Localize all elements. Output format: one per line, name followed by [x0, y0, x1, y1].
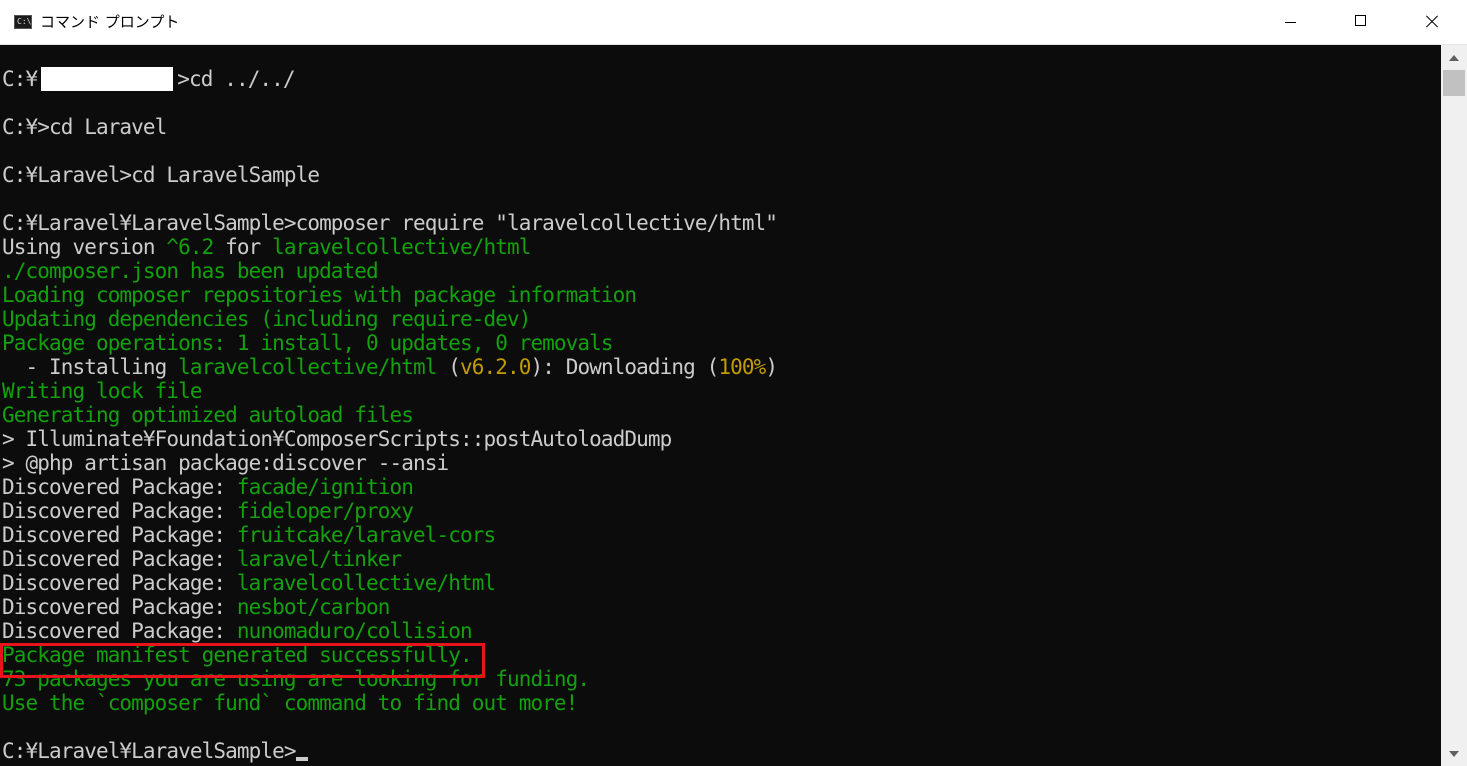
console-line: Discovered Package: fruitcake/laravel-co… — [2, 523, 777, 547]
success-highlight-box — [0, 643, 485, 678]
scroll-up-arrow-icon[interactable] — [1441, 45, 1467, 69]
console-line: C:¥Laravel>cd LaravelSample — [2, 163, 777, 187]
console-text: fruitcake/laravel-cors — [236, 523, 496, 547]
console-line: - Installing laravelcollective/html (v6.… — [2, 355, 778, 379]
scroll-down-arrow-icon[interactable] — [1441, 742, 1467, 766]
console-line: Package operations: 1 install, 0 updates… — [2, 331, 777, 355]
console-line: Discovered Package: fideloper/proxy — [2, 499, 777, 523]
console-line: C:¥ >cd ../../ — [2, 67, 777, 91]
redacted-path — [41, 67, 174, 91]
console-line: Loading composer repositories with packa… — [2, 283, 777, 307]
command-prompt-icon[interactable]: C:\ — [14, 15, 32, 29]
console-text: Discovered Package: — [2, 595, 237, 619]
console-text: nesbot/carbon — [236, 595, 391, 619]
console-text: laravelcollective/html — [272, 235, 531, 259]
console-line: Discovered Package: facade/ignition — [2, 475, 777, 499]
console-text: Writing lock file — [2, 379, 203, 403]
console-line: > Illuminate¥Foundation¥ComposerScripts:… — [2, 427, 777, 451]
console-text: Generating optimized autoload files — [2, 403, 414, 427]
console-text: C:¥Laravel¥LaravelSample>composer requir… — [2, 211, 778, 235]
console-text: laravelcollective/html — [178, 355, 437, 379]
console-text: fideloper/proxy — [236, 499, 414, 523]
console-text: >cd ../../ — [177, 67, 295, 91]
console-text: v6.2.0 — [460, 355, 531, 379]
console-text: 100% — [718, 355, 766, 379]
console-text: Discovered Package: — [2, 619, 237, 643]
console-line: Using version ^6.2 for laravelcollective… — [2, 235, 777, 259]
console-line: Discovered Package: nesbot/carbon — [2, 595, 777, 619]
console-text: Discovered Package: — [2, 523, 237, 547]
console-text: ): Downloading ( — [530, 355, 719, 379]
console-text: Loading composer repositories with packa… — [2, 283, 637, 307]
scroll-thumb[interactable] — [1443, 70, 1465, 96]
console-output[interactable]: C:¥ >cd ../../ C:¥>cd Laravel C:¥Laravel>… — [0, 45, 1441, 766]
vertical-scrollbar[interactable] — [1441, 45, 1467, 766]
console-text: Discovered Package: — [2, 571, 237, 595]
console-text: C:¥Laravel¥LaravelSample> — [2, 739, 296, 763]
console-text: Using version — [2, 235, 167, 259]
close-button[interactable] — [1408, 0, 1454, 44]
console-line: Use the `composer fund` command to find … — [2, 691, 777, 715]
console-line: Generating optimized autoload files — [2, 403, 777, 427]
console-text: Updating dependencies (including require… — [2, 307, 531, 331]
console-line: C:¥Laravel¥LaravelSample>composer requir… — [2, 211, 778, 235]
console-text: ) — [765, 355, 778, 379]
text-cursor — [295, 757, 308, 761]
console-text: Discovered Package: — [2, 475, 237, 499]
console-text: ^6.2 — [166, 235, 214, 259]
console-line: C:¥>cd Laravel — [2, 115, 777, 139]
console-text: > @php artisan package:discover --ansi — [2, 451, 449, 475]
maximize-button[interactable] — [1338, 0, 1384, 44]
console-text: > Illuminate¥Foundation¥ComposerScripts:… — [2, 427, 672, 451]
console-text: laravel/tinker — [236, 547, 402, 571]
console-line: Discovered Package: nunomaduro/collision — [2, 619, 777, 643]
console-text: C:¥Laravel>cd LaravelSample — [2, 163, 320, 187]
console-text: for — [213, 235, 273, 259]
console-text: ( — [436, 355, 461, 379]
console-line: ./composer.json has been updated — [2, 259, 777, 283]
console-line: > @php artisan package:discover --ansi — [2, 451, 777, 475]
console-line: Writing lock file — [2, 379, 777, 403]
console-text: C:¥ — [2, 67, 38, 91]
console-text: ./composer.json has been updated — [2, 259, 379, 283]
console-text: Discovered Package: — [2, 499, 237, 523]
title-bar: C:\ コマンド プロンプト — [0, 0, 1467, 45]
console-text: laravelcollective/html — [236, 571, 496, 595]
console-text: C:¥>cd Laravel — [2, 115, 167, 139]
console-text: nunomaduro/collision — [236, 619, 473, 643]
console-line: Discovered Package: laravelcollective/ht… — [2, 571, 777, 595]
minimize-button[interactable] — [1268, 0, 1314, 44]
console-line: C:¥Laravel¥LaravelSample> — [2, 739, 777, 763]
console-line: Updating dependencies (including require… — [2, 307, 777, 331]
console-text: Package operations: 1 install, 0 updates… — [2, 331, 614, 355]
console-text: Discovered Package: — [2, 547, 237, 571]
console-text: facade/ignition — [236, 475, 414, 499]
console-text: Use the `composer fund` command to find … — [2, 691, 578, 715]
window-title: コマンド プロンプト — [40, 13, 180, 31]
console-line: Discovered Package: laravel/tinker — [2, 547, 777, 571]
console-text: - Installing — [2, 355, 179, 379]
